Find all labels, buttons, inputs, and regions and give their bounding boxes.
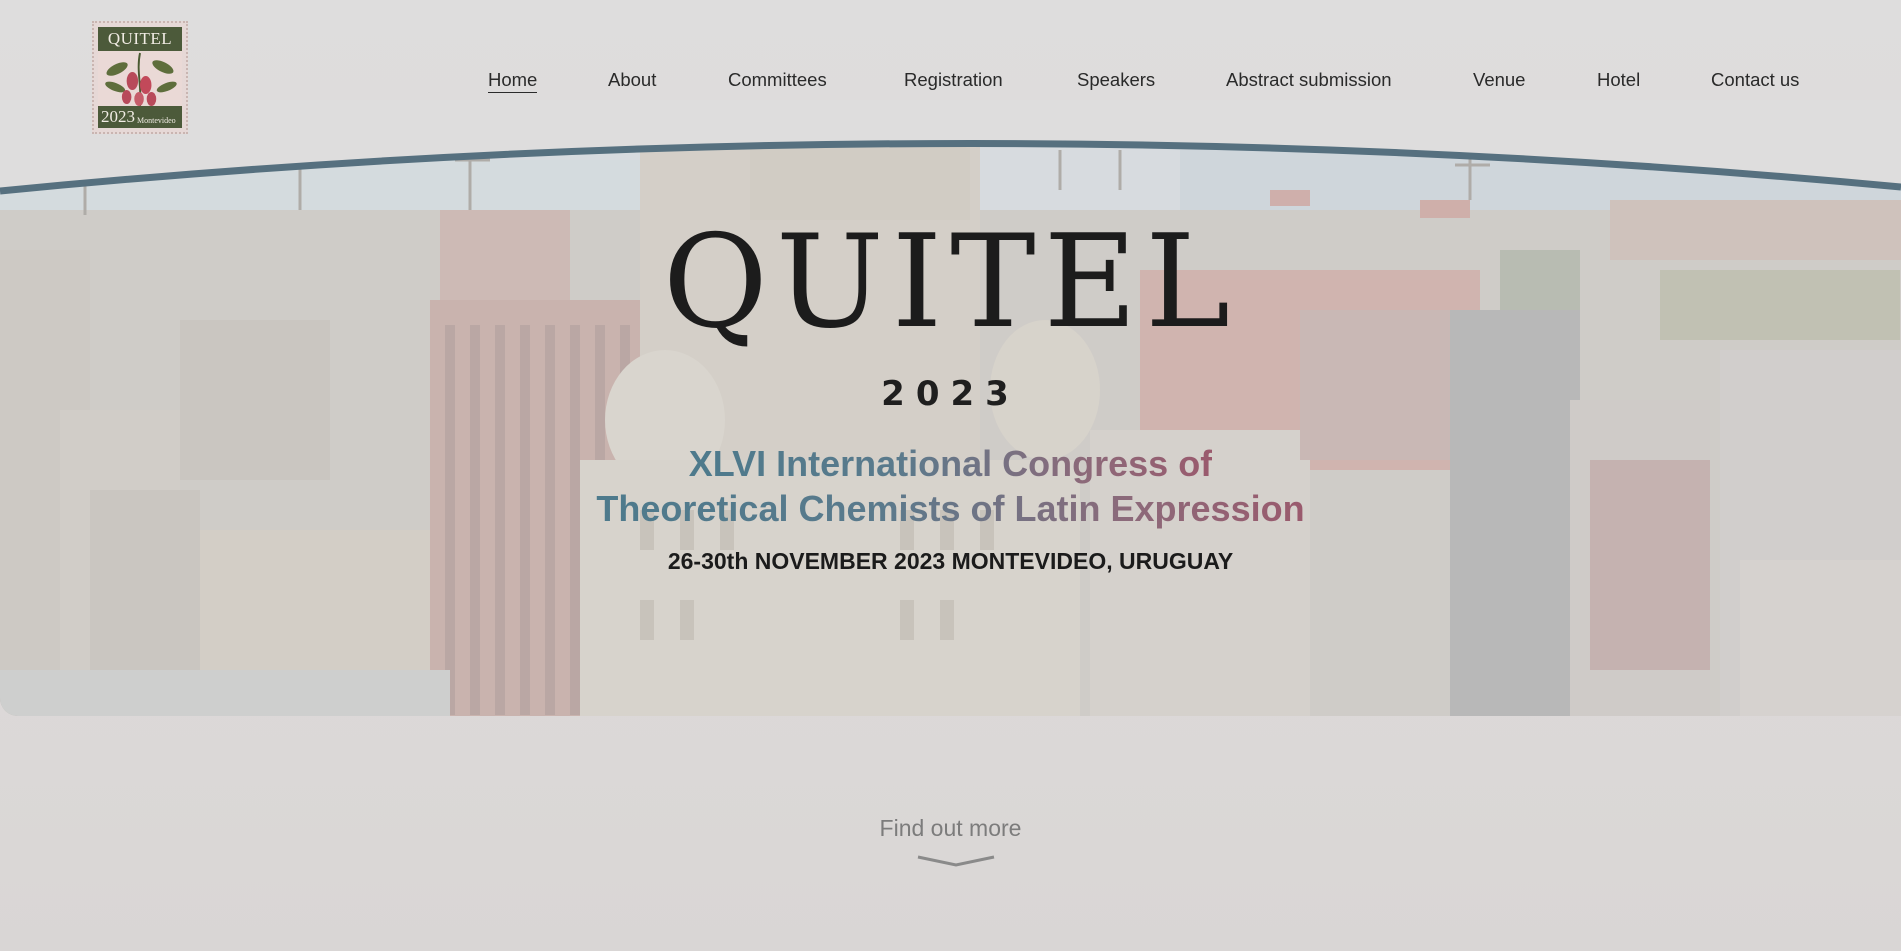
logo-city: Montevideo — [137, 115, 176, 125]
nav-committees[interactable]: Committees — [728, 68, 827, 92]
hero-subtitle: XLVI International Congress of Theoretic… — [0, 441, 1901, 531]
nav-speakers[interactable]: Speakers — [1077, 68, 1155, 92]
hero-top-curve — [0, 100, 1901, 195]
hero-title: QUITEL — [662, 208, 1239, 357]
logo-footer: 2023 Montevideo — [98, 106, 182, 128]
nav-abstract-submission[interactable]: Abstract submission — [1226, 68, 1392, 92]
nav-hotel[interactable]: Hotel — [1597, 68, 1640, 92]
nav-about[interactable]: About — [608, 68, 656, 92]
hero-subtitle-line1: XLVI International Congress of — [688, 443, 1213, 484]
hero-year: 2023 — [881, 374, 1020, 414]
logo-year: 2023 — [101, 107, 135, 126]
chevron-down-icon[interactable] — [916, 854, 996, 868]
nav-venue[interactable]: Venue — [1473, 68, 1525, 92]
logo-title: QUITEL — [98, 27, 182, 51]
nav-registration[interactable]: Registration — [904, 68, 1003, 92]
main-nav: Home About Committees Registration Speak… — [0, 68, 1901, 94]
find-out-more-link[interactable]: Find out more — [0, 815, 1901, 842]
page: QUITEL 2023 Montevideo Home About Commit… — [0, 0, 1901, 951]
hero-dates: 26-30th NOVEMBER 2023 MONTEVIDEO, URUGUA… — [667, 548, 1234, 574]
hero-subtitle-line2: Theoretical Chemists of Latin Expression — [596, 488, 1305, 529]
nav-contact-us[interactable]: Contact us — [1711, 68, 1799, 92]
nav-home[interactable]: Home — [488, 68, 538, 93]
